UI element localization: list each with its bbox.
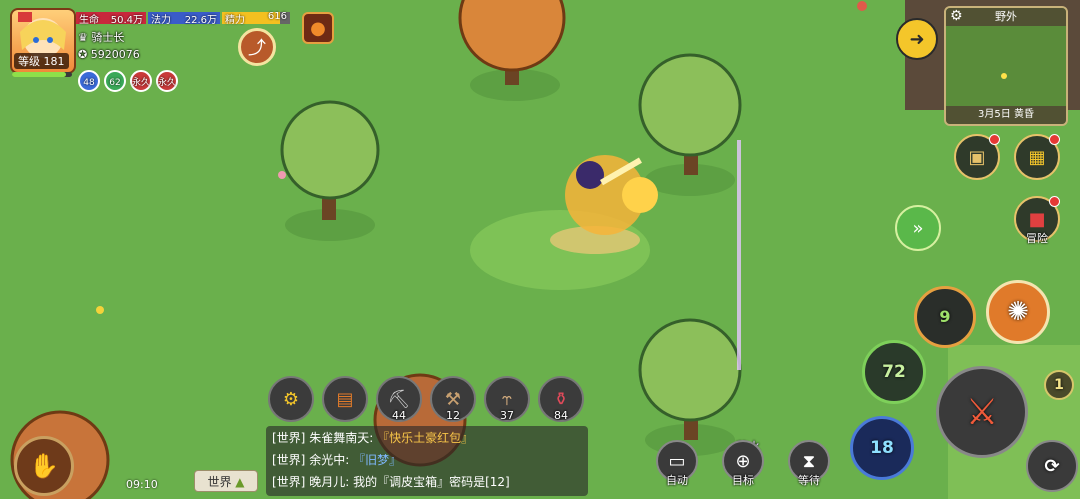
settings-icon[interactable]: ⚙ [950,8,963,24]
level-label: 等级 181 [14,53,69,69]
settings-button[interactable]: ⚙ [268,376,314,422]
item-slot[interactable]: ▤ [322,376,368,422]
double-chevron-icon: » [912,217,924,239]
slot-count: 1 [1054,377,1064,393]
attack-button[interactable]: ⚔ [936,366,1028,458]
stamina-value: 616 [267,11,287,22]
map-date: 3月5日 黄昏 [946,106,1066,124]
whirlwind-icon: ✺ [1007,297,1029,327]
power-icon: ✪ [78,48,88,61]
item-count: 12 [446,409,460,422]
buff-duration: 永久 [158,78,177,88]
chat-text: 『旧梦』 [353,453,402,467]
event-button[interactable]: ● [302,12,334,44]
item-count: 44 [392,409,406,422]
notification-dot [1049,196,1060,207]
chat-user: 晚月儿: [309,475,350,489]
buff-duration: 48 [83,78,95,88]
skill-slot[interactable]: 18 [850,416,914,480]
skill-slot[interactable]: 9 [914,286,976,348]
bag-button[interactable]: ▣ [954,134,1000,180]
handshake-icon: ✋ [29,452,59,480]
auto-label: 自动 [666,474,688,487]
chat-channel: [世界] [272,475,306,489]
mp-label: 法力 [151,15,171,26]
hp-label: 生命 [79,15,99,26]
chevron-up-icon: ▲ [235,475,245,489]
chat-channel-button[interactable]: 世界 ▲ [194,470,258,492]
pumpkin-icon: ● [310,17,326,39]
buff-icon[interactable]: 62 [104,70,126,92]
sword-icon: ⚔ [965,391,999,433]
game-viewport[interactable]: 等级 181 生命 50.4万 法力 22.6万 精力 616 ♛ 骑士长 ✪ … [0,0,1080,499]
stamina-bar: 精力 616 [222,11,290,26]
skill-slot[interactable]: ✺ [986,280,1050,344]
buff-icon[interactable]: 永久 [130,70,152,92]
adventure-label: 冒险 [1026,232,1048,245]
player-marker [1001,73,1007,79]
chat-message: [世界] 余光中: 『旧梦』 [272,451,401,468]
rank-label: 骑士长 [91,31,125,44]
skill-cooldown: 9 [939,307,951,326]
chat-text: 『快乐土豪红包』 [377,431,474,445]
map-name: 野外 [946,8,1066,26]
swap-icon: ⟳ [1044,455,1060,477]
return-arrow-icon: ⤴ [248,38,266,59]
skill-cooldown: 18 [870,438,894,458]
buff-duration: 62 [109,78,121,88]
menu-button[interactable]: ▦ [1014,134,1060,180]
xp-bar [12,72,72,77]
chat-channel: [世界] [272,453,306,467]
channel-label: 世界 [207,475,232,489]
stamina-label: 精力 [225,15,245,26]
hp-value: 50.4万 [110,15,143,26]
exit-button[interactable]: ➜ [896,18,938,60]
chat-user: 余光中: [309,453,350,467]
exit-door-icon: ➜ [909,28,925,50]
chat-message: [世界] 朱雀舞南天: 『快乐土豪红包』 [272,429,473,446]
chat-message: [世界] 晚月儿: 我的『调皮宝箱』密码是[12] [272,473,510,490]
xp-fill [12,72,66,77]
target-label: 目标 [732,474,754,487]
chat-panel[interactable]: [世界] 朱雀舞南天: 『快乐土豪红包』 [世界] 余光中: 『旧梦』 [世界]… [266,426,588,496]
mp-value: 22.6万 [184,15,217,26]
item-count: 37 [500,409,514,422]
crown-icon: ♛ [78,31,88,44]
buff-duration: 永久 [132,78,151,88]
rank-title: ♛ 骑士长 [78,29,124,45]
treasure-box-icon: ▤ [336,388,354,410]
skill-cooldown: 72 [882,362,906,382]
chat-channel: [世界] [272,431,306,445]
wait-label: 等待 [798,474,820,487]
return-button[interactable]: ⤴ [238,28,276,66]
swap-button[interactable]: ⟳ [1026,440,1078,492]
combat-power: ✪ 5920076 [78,48,140,61]
chat-text: 我的『调皮宝箱』密码是[12] [353,475,510,489]
gear-icon: ⚙ [282,388,300,410]
hp-bar: 生命 50.4万 [76,12,146,26]
item-count: 84 [554,409,568,422]
slot-counter[interactable]: 1 [1044,370,1074,400]
fast-forward-button[interactable]: » [895,205,941,251]
mp-bar: 法力 22.6万 [148,12,220,26]
minimap[interactable]: 野外 3月5日 黄昏 [944,6,1068,126]
chat-user: 朱雀舞南天: [309,431,374,445]
clock: 09:10 [126,478,158,491]
notification-dot [1049,134,1060,145]
power-value: 5920076 [90,48,140,61]
skill-slot[interactable]: 72 [862,340,926,404]
buff-icon[interactable]: 48 [78,70,100,92]
buff-icon[interactable]: 永久 [156,70,178,92]
notification-dot [989,134,1000,145]
interact-button[interactable]: ✋ [14,436,74,496]
